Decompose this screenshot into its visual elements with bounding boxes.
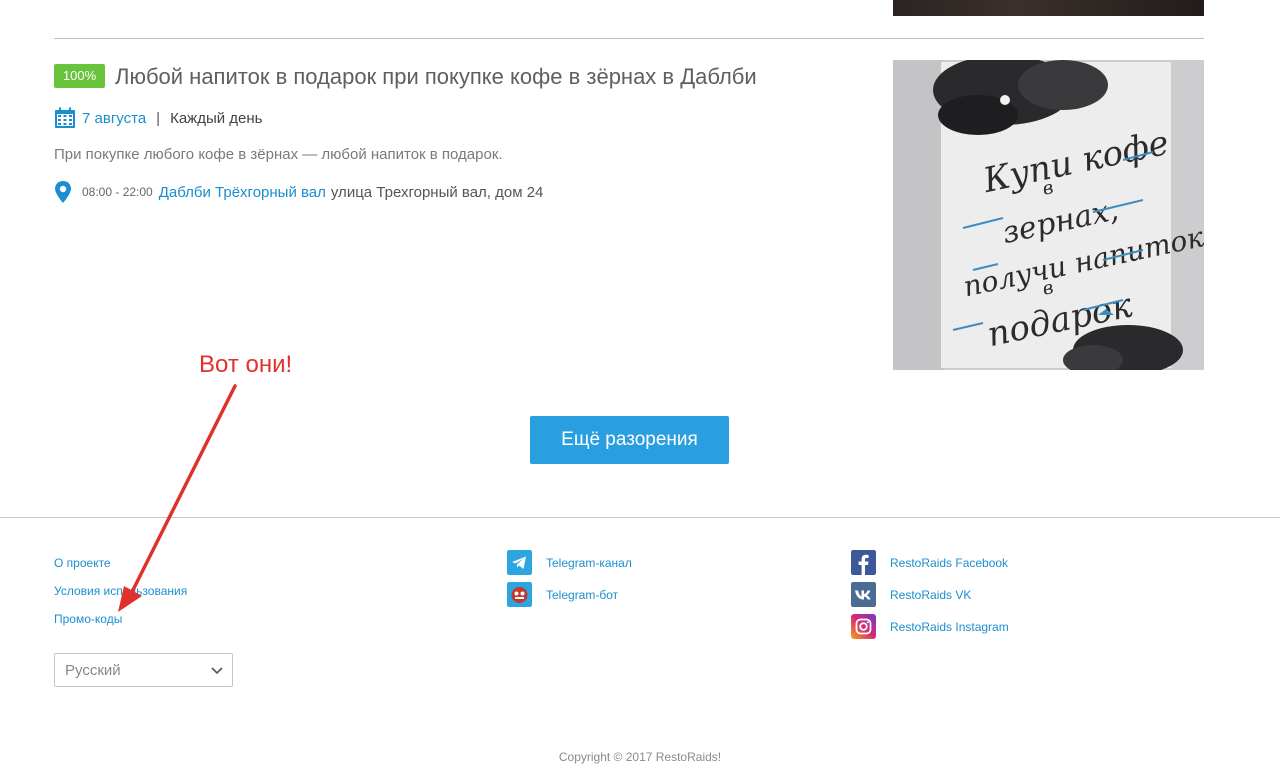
footer-facebook[interactable]: RestoRaids Facebook bbox=[851, 550, 1008, 575]
copyright: Copyright © 2017 RestoRaids! bbox=[558, 750, 722, 764]
offer-date[interactable]: 7 августа bbox=[82, 110, 146, 127]
footer-telegram-channel[interactable]: Telegram-канал bbox=[507, 550, 632, 575]
instagram-icon bbox=[851, 614, 876, 639]
footer-link-about[interactable]: О проекте bbox=[54, 556, 111, 570]
offer-date-row: 7 августа | Каждый день bbox=[54, 106, 262, 130]
previous-offer-image bbox=[893, 0, 1204, 16]
offer-title[interactable]: Любой напиток в подарок при покупке кофе… bbox=[115, 63, 757, 91]
date-separator: | bbox=[156, 109, 161, 127]
calendar-icon bbox=[55, 107, 75, 128]
telegram-bot-label[interactable]: Telegram-бот bbox=[546, 588, 618, 602]
venue-address: улица Трехгорный вал, дом 24 bbox=[330, 183, 544, 201]
location-pin-icon bbox=[55, 181, 71, 203]
offer-hours: 08:00 - 22:00 bbox=[82, 185, 153, 199]
footer-link-promo-codes[interactable]: Промо-коды bbox=[54, 612, 122, 626]
footer-telegram-bot[interactable]: Telegram-бот bbox=[507, 582, 618, 607]
offer-divider bbox=[54, 38, 1204, 39]
language-select-value: Русский bbox=[65, 661, 121, 679]
offer-image[interactable]: Купи кофе в зернах, получи напиток в под… bbox=[893, 60, 1204, 370]
telegram-icon bbox=[507, 550, 532, 575]
offer-description: При покупке любого кофе в зёрнах — любой… bbox=[54, 146, 503, 163]
venue-link[interactable]: Даблби Трёхгорный вал bbox=[159, 184, 326, 201]
vk-icon bbox=[851, 582, 876, 607]
offer-frequency: Каждый день bbox=[170, 109, 263, 127]
facebook-label[interactable]: RestoRaids Facebook bbox=[890, 556, 1008, 570]
annotation-note: Вот они! bbox=[199, 351, 293, 378]
footer-vk[interactable]: RestoRaids VK bbox=[851, 582, 971, 607]
discount-badge: 100% bbox=[54, 64, 105, 88]
load-more-button[interactable]: Ещё разорения bbox=[530, 416, 729, 464]
language-select[interactable]: Русский bbox=[54, 653, 233, 687]
telegram-channel-label[interactable]: Telegram-канал bbox=[546, 556, 632, 570]
footer-link-terms[interactable]: Условия использования bbox=[54, 584, 187, 598]
footer-instagram[interactable]: RestoRaids Instagram bbox=[851, 614, 1009, 639]
facebook-icon bbox=[851, 550, 876, 575]
chevron-down-icon bbox=[211, 667, 223, 675]
footer-divider bbox=[0, 517, 1280, 518]
vk-label[interactable]: RestoRaids VK bbox=[890, 588, 971, 602]
bot-icon bbox=[507, 582, 532, 607]
offer-location-row: 08:00 - 22:00 Даблби Трёхгорный вал улиц… bbox=[54, 180, 543, 204]
instagram-label[interactable]: RestoRaids Instagram bbox=[890, 620, 1009, 634]
